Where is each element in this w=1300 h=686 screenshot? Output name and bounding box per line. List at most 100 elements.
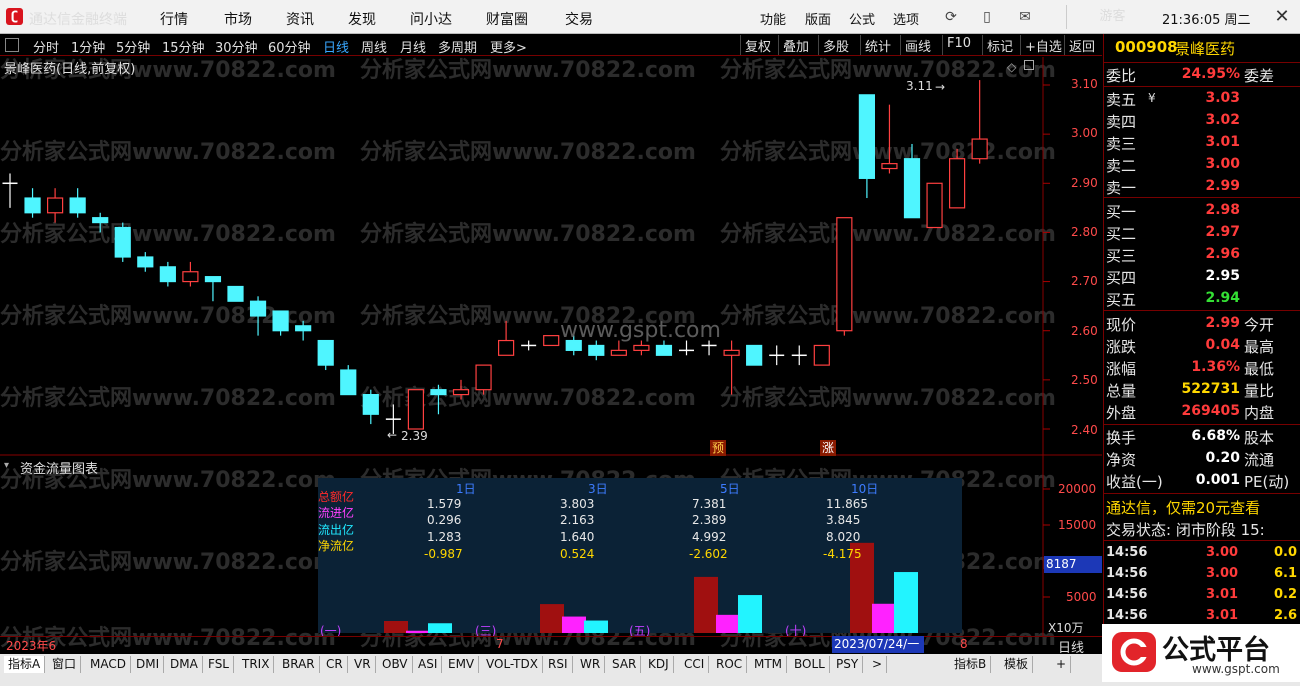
stat-label: 净资 xyxy=(1106,451,1137,469)
candle xyxy=(2,173,18,208)
ask-label: 卖二 xyxy=(1106,157,1137,175)
menu-shichang[interactable]: 市场 xyxy=(224,9,252,29)
maximize-icon[interactable] xyxy=(1024,60,1034,70)
indicator-tab-mtm[interactable]: MTM xyxy=(750,656,788,673)
stat-label: 现价 xyxy=(1106,316,1137,334)
diamond-icon[interactable]: ◇ xyxy=(1007,60,1016,74)
tick-time: 14:56 xyxy=(1106,608,1148,623)
indicator-tab-boll[interactable]: BOLL xyxy=(790,656,830,673)
bid-price[interactable]: 2.95 xyxy=(1160,268,1240,284)
menu-hangqing[interactable]: 行情 xyxy=(160,9,188,29)
row-label-outflow: 流出亿 xyxy=(318,523,355,537)
candle xyxy=(159,261,176,287)
ask-price[interactable]: 3.03 xyxy=(1160,90,1240,106)
candle-body xyxy=(46,197,64,214)
indicator-tab-roc[interactable]: ROC xyxy=(712,656,748,673)
candle xyxy=(137,252,154,272)
stat-value: 522731 xyxy=(1181,381,1240,397)
candle xyxy=(182,261,199,287)
menu-jiaoyi[interactable]: 交易 xyxy=(565,9,593,29)
tick-volume: 6.1 xyxy=(1274,566,1298,581)
stat-label-right: 今开 xyxy=(1244,316,1275,334)
indicator-tab-emv[interactable]: EMV xyxy=(444,656,480,673)
candle xyxy=(791,345,807,366)
trade-state: 交易状态: 闭市阶段 15: xyxy=(1106,521,1265,539)
separator xyxy=(1104,424,1300,425)
stat-label: 涨跌 xyxy=(1106,338,1137,356)
indicator-tab--[interactable]: > xyxy=(868,656,888,673)
indicator-tab--[interactable]: + xyxy=(1052,656,1072,673)
close-icon[interactable]: ✕ xyxy=(1270,5,1294,29)
indicator-tab-fsl[interactable]: FSL xyxy=(204,656,234,673)
indicator-tab-psy[interactable]: PSY xyxy=(832,656,864,673)
back-button[interactable]: 返回 xyxy=(1064,35,1099,55)
candle-body xyxy=(858,94,876,179)
indicator-tab-rsi[interactable]: RSI xyxy=(544,656,573,673)
indicator-tab-cci[interactable]: CCI xyxy=(680,656,710,673)
indicator-tab-dma[interactable]: DMA xyxy=(166,656,203,673)
price-tick: 3.10 xyxy=(1071,77,1098,91)
candle-body xyxy=(903,158,921,219)
candle-body xyxy=(633,344,650,351)
candle xyxy=(46,188,64,223)
candle-body xyxy=(813,344,830,366)
mail-icon[interactable]: ✉ xyxy=(1016,8,1034,26)
indicator-tab-obv[interactable]: OBV xyxy=(378,656,413,673)
indicator-tab-vol-tdx[interactable]: VOL-TDX xyxy=(482,656,543,673)
flow-outflow-bar xyxy=(738,595,762,633)
menu-zixun[interactable]: 资讯 xyxy=(286,9,314,29)
indicator-tab--b[interactable]: 指标B xyxy=(950,656,992,673)
separator xyxy=(1104,197,1300,198)
candle xyxy=(588,340,605,361)
phone-icon[interactable]: ▯ xyxy=(978,8,996,26)
bid-price[interactable]: 2.97 xyxy=(1160,224,1240,240)
indicator-tab--[interactable]: 窗口 xyxy=(48,656,82,673)
bid-price[interactable]: 2.96 xyxy=(1160,246,1240,262)
indicator-tab-vr[interactable]: VR xyxy=(350,656,376,673)
candle xyxy=(723,340,740,395)
indicator-tab-asi[interactable]: ASI xyxy=(414,656,443,673)
app-logo-icon: ʗ xyxy=(6,8,23,25)
volume-tick: 5000 xyxy=(1066,590,1097,604)
indicator-tab-kdj[interactable]: KDJ xyxy=(644,656,674,673)
tick-price: 3.00 xyxy=(1206,545,1239,560)
refresh-icon[interactable]: ⟳ xyxy=(942,8,960,26)
indicator-tab-trix[interactable]: TRIX xyxy=(238,656,275,673)
menu-wenxiaoda[interactable]: 问小达 xyxy=(410,9,452,29)
indicator-tab-wr[interactable]: WR xyxy=(576,656,606,673)
date-cursor: 2023/07/24/一 xyxy=(832,636,924,653)
layout-toggle-icon[interactable] xyxy=(5,38,19,52)
indicator-tab-sar[interactable]: SAR xyxy=(608,656,642,673)
indicator-tab--a[interactable]: 指标A xyxy=(4,656,46,673)
forecast-tag[interactable]: 预 xyxy=(710,440,726,456)
user-login[interactable]: 游客 xyxy=(1066,5,1158,29)
indicator-tab-brar[interactable]: BRAR xyxy=(278,656,320,673)
bid-price[interactable]: 2.94 xyxy=(1160,290,1240,306)
brand-url: www.gspt.com xyxy=(1192,662,1280,676)
stock-name: 景峰医药 xyxy=(1175,40,1236,58)
ask-price[interactable]: 3.01 xyxy=(1160,134,1240,150)
stat-label-right: 最低 xyxy=(1244,360,1275,378)
center-watermark: www.gspt.com xyxy=(560,318,721,343)
ask-price[interactable]: 3.00 xyxy=(1160,156,1240,172)
indicator-tab-cr[interactable]: CR xyxy=(322,656,348,673)
flow-value: 4.992 xyxy=(692,530,727,544)
promo-banner[interactable]: 通达信，仅需20元查看 xyxy=(1106,497,1260,518)
ask-price[interactable]: 2.99 xyxy=(1160,178,1240,194)
indicator-tab-dmi[interactable]: DMI xyxy=(132,656,165,673)
ask-label: 卖五 xyxy=(1106,91,1137,109)
indicator-tab--[interactable]: 模板 xyxy=(1000,656,1034,673)
menu-banmian[interactable]: 版面 xyxy=(805,9,831,28)
menu-faxian[interactable]: 发现 xyxy=(348,9,376,29)
menu-gongneng[interactable]: 功能 xyxy=(760,9,786,28)
chevron-down-icon[interactable]: ▾ xyxy=(4,460,9,471)
ask-price[interactable]: 3.02 xyxy=(1160,112,1240,128)
bid-price[interactable]: 2.98 xyxy=(1160,202,1240,218)
flow-inflow-bar xyxy=(716,614,740,633)
menu-xuanxiang[interactable]: 选项 xyxy=(893,9,919,28)
menu-caifuquan[interactable]: 财富圈 xyxy=(486,9,528,29)
date-bar xyxy=(0,636,1102,653)
menu-gongshi[interactable]: 公式 xyxy=(849,9,875,28)
indicator-tab-macd[interactable]: MACD xyxy=(86,656,131,673)
limit-up-tag[interactable]: 涨 xyxy=(820,440,836,456)
